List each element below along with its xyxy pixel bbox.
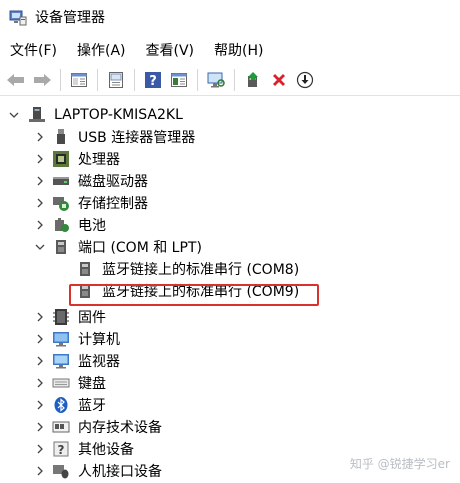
tree-item-com8[interactable]: 蓝牙链接上的标准串行 (COM8) — [76, 258, 299, 280]
computer-icon — [52, 330, 70, 348]
chevron-right-icon[interactable] — [34, 377, 46, 389]
firmware-icon — [52, 308, 70, 326]
view-button[interactable] — [166, 67, 192, 93]
storage-controller-icon — [52, 194, 70, 212]
chevron-right-icon[interactable] — [34, 465, 46, 477]
memory-icon — [52, 418, 70, 436]
arrow-right-icon — [34, 73, 51, 86]
svg-text:?: ? — [58, 443, 65, 457]
tree-item-disk-drives[interactable]: 磁盘驱动器 — [34, 170, 148, 192]
properties-button[interactable] — [66, 67, 92, 93]
chevron-right-icon[interactable] — [34, 333, 46, 345]
hid-icon — [52, 462, 70, 480]
menu-bar: 文件(F) 操作(A) 查看(V) 帮助(H) — [0, 38, 269, 62]
chevron-right-icon[interactable] — [34, 399, 46, 411]
toolbar: ? — [0, 64, 460, 96]
disk-icon — [52, 172, 70, 190]
chevron-down-icon[interactable] — [8, 109, 20, 121]
chevron-right-icon[interactable] — [34, 175, 46, 187]
tree-item-memory-technology[interactable]: 内存技术设备 — [34, 416, 162, 438]
tree-item-hid[interactable]: 人机接口设备 — [34, 460, 162, 482]
toolbar-separator — [234, 68, 235, 91]
keyboard-icon — [52, 374, 70, 392]
toolbar-separator — [134, 68, 135, 91]
tree-item-usb[interactable]: USB 连接器管理器 — [34, 126, 195, 148]
help-button[interactable]: ? — [140, 67, 166, 93]
tree-item-battery[interactable]: 电池 — [34, 214, 106, 236]
down-circle-icon — [296, 71, 314, 88]
watermark: 知乎 @锐捷学习er — [349, 457, 450, 471]
menu-file[interactable]: 文件(F) — [4, 40, 63, 60]
help-icon: ? — [145, 71, 161, 89]
tree-item-keyboards[interactable]: 键盘 — [34, 372, 106, 394]
forward-button[interactable] — [29, 67, 55, 93]
menu-action[interactable]: 操作(A) — [71, 40, 132, 60]
tree-item-other-devices[interactable]: ? 其他设备 — [34, 438, 134, 460]
view-icon — [171, 72, 187, 87]
monitor-scan-icon — [207, 72, 225, 87]
usb-icon — [52, 128, 70, 146]
uninstall-button[interactable] — [266, 67, 292, 93]
menu-help[interactable]: 帮助(H) — [208, 40, 269, 60]
toolbar-separator — [97, 68, 98, 91]
chevron-right-icon[interactable] — [34, 131, 46, 143]
device-manager-icon — [9, 8, 27, 26]
update-button[interactable] — [103, 67, 129, 93]
scan-button[interactable] — [203, 67, 229, 93]
chevron-right-icon[interactable] — [34, 421, 46, 433]
title-bar: 设备管理器 — [0, 0, 460, 34]
toolbar-separator — [60, 68, 61, 91]
tree-item-processor[interactable]: 处理器 — [34, 148, 120, 170]
tree-item-monitors[interactable]: 监视器 — [34, 350, 120, 372]
unknown-device-icon: ? — [52, 440, 70, 458]
chevron-right-icon[interactable] — [34, 219, 46, 231]
tree-item-ports[interactable]: 端口 (COM 和 LPT) — [34, 236, 202, 258]
tree-item-bluetooth[interactable]: 蓝牙 — [34, 394, 106, 416]
device-page-icon — [109, 71, 123, 88]
driver-update-icon — [248, 71, 258, 87]
tree-item-firmware[interactable]: 固件 — [34, 306, 106, 328]
red-x-icon — [273, 73, 285, 86]
battery-icon — [52, 216, 70, 234]
arrow-left-icon — [7, 73, 24, 86]
menu-view[interactable]: 查看(V) — [140, 40, 201, 60]
monitor-icon — [52, 352, 70, 370]
chevron-right-icon[interactable] — [34, 311, 46, 323]
port-icon — [52, 238, 70, 256]
chevron-right-icon[interactable] — [34, 355, 46, 367]
port-icon — [76, 260, 94, 278]
tree-item-storage-controllers[interactable]: 存储控制器 — [34, 192, 148, 214]
window-title: 设备管理器 — [35, 10, 105, 26]
chevron-right-icon[interactable] — [34, 197, 46, 209]
computer-name: LAPTOP-KMISA2KL — [54, 107, 183, 123]
add-driver-button[interactable] — [240, 67, 266, 93]
selection-highlight — [69, 284, 319, 306]
laptop-icon — [28, 106, 46, 124]
properties-icon — [71, 72, 87, 87]
tree-root[interactable]: LAPTOP-KMISA2KL — [8, 104, 183, 126]
back-button[interactable] — [3, 67, 29, 93]
chevron-right-icon[interactable] — [34, 443, 46, 455]
svg-text:?: ? — [149, 74, 157, 89]
bluetooth-icon — [52, 396, 70, 414]
toolbar-separator — [197, 68, 198, 91]
tree-item-computer[interactable]: 计算机 — [34, 328, 120, 350]
cpu-icon — [52, 150, 70, 168]
chevron-right-icon[interactable] — [34, 153, 46, 165]
download-button[interactable] — [292, 67, 318, 93]
chevron-down-icon[interactable] — [34, 241, 46, 253]
